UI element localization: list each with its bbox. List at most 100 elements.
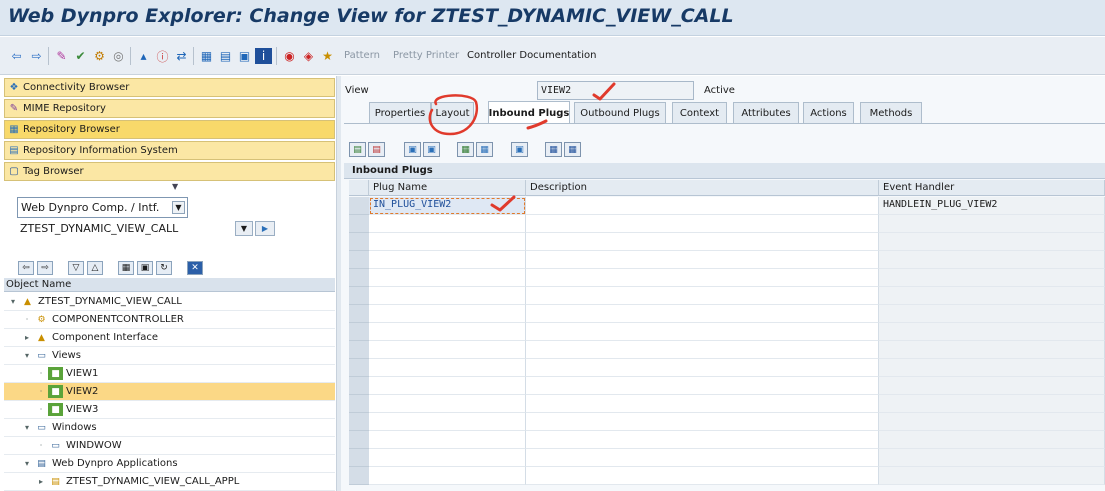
row-selector[interactable] (349, 377, 369, 395)
collapse-arrow-icon[interactable]: ▼ (172, 182, 178, 191)
grid-cell-plug[interactable] (369, 215, 526, 233)
nav-repository-browser[interactable]: ▦ Repository Browser (4, 120, 335, 139)
row-selector[interactable] (349, 251, 369, 269)
column-description[interactable]: Description (526, 180, 879, 196)
grid-cell-plug[interactable] (369, 395, 526, 413)
tree-row-component[interactable]: ▾ ▲ ZTEST_DYNAMIC_VIEW_CALL (4, 293, 335, 311)
screen-icon[interactable]: ▣ (236, 48, 253, 64)
grid-cell-plug[interactable] (369, 413, 526, 431)
pattern-button[interactable]: Pattern (344, 50, 380, 61)
forward-icon[interactable]: ⇨ (37, 261, 53, 275)
delete-row-icon[interactable]: ▤ (368, 142, 385, 157)
grid-cell-description[interactable] (526, 431, 879, 449)
forward-arrow-icon[interactable]: ⇨ (28, 48, 45, 64)
tab-outbound-plugs[interactable]: Outbound Plugs (574, 102, 666, 123)
row-selector[interactable] (349, 197, 369, 215)
grid-cell-description[interactable] (526, 287, 879, 305)
object-type-select[interactable]: Web Dynpro Comp. / Intf. ▼ (17, 197, 188, 218)
grid-cell-plug[interactable] (369, 467, 526, 485)
grid-cell-description[interactable] (526, 323, 879, 341)
tab-layout[interactable]: Layout (431, 102, 474, 123)
grid-cell-plug[interactable] (369, 377, 526, 395)
tab-inbound-plugs[interactable]: Inbound Plugs (488, 101, 570, 124)
tab-methods[interactable]: Methods (860, 102, 922, 123)
navigation-icon[interactable]: ⇄ (173, 48, 190, 64)
pretty-printer-button[interactable]: Pretty Printer (393, 50, 459, 61)
tree-row-view3[interactable]: · ■ VIEW3 (4, 401, 335, 419)
close-icon[interactable]: ✕ (187, 261, 203, 275)
grid-cell-plug[interactable] (369, 269, 526, 287)
grid-cell-description[interactable] (526, 251, 879, 269)
grid-cell-description[interactable] (526, 269, 879, 287)
copy-icon[interactable]: ▣ (404, 142, 421, 157)
find-next-icon[interactable]: ▦ (564, 142, 581, 157)
view-name-field[interactable]: VIEW2 (537, 81, 694, 100)
tree-row-views[interactable]: ▾ ▭ Views (4, 347, 335, 365)
row-selector[interactable] (349, 215, 369, 233)
controller-documentation-button[interactable]: Controller Documentation (467, 50, 596, 61)
tab-actions[interactable]: Actions (803, 102, 854, 123)
nav-mime-repository[interactable]: ✎ MIME Repository (4, 99, 335, 118)
row-selector[interactable] (349, 395, 369, 413)
display-button[interactable]: ▶ (255, 221, 275, 236)
grid-cell-description[interactable] (526, 413, 879, 431)
expanded-icon[interactable]: ▾ (8, 297, 18, 306)
expanded-icon[interactable]: ▾ (22, 423, 32, 432)
info-page-icon[interactable]: i (255, 48, 272, 64)
edit-toggle-icon[interactable]: ✎ (53, 48, 70, 64)
activate-icon[interactable]: ⚙ (91, 48, 108, 64)
grid-cell-description[interactable] (526, 197, 879, 215)
paste-icon[interactable]: ▣ (423, 142, 440, 157)
row-selector[interactable] (349, 287, 369, 305)
tree-row-windows[interactable]: ▾ ▭ Windows (4, 419, 335, 437)
grid-cell-plug[interactable] (369, 431, 526, 449)
grid-cell-description[interactable] (526, 215, 879, 233)
grid-cell-plug[interactable] (369, 341, 526, 359)
details-icon[interactable]: ▣ (511, 142, 528, 157)
row-selector[interactable] (349, 413, 369, 431)
grid-cell-description[interactable] (526, 359, 879, 377)
back-icon[interactable]: ⇦ (18, 261, 34, 275)
grid-cell-plug[interactable] (369, 323, 526, 341)
tree-row-view1[interactable]: · ■ VIEW1 (4, 365, 335, 383)
grid-cell-description[interactable] (526, 233, 879, 251)
row-selector[interactable] (349, 467, 369, 485)
test-icon[interactable]: ◎ (110, 48, 127, 64)
expanded-icon[interactable]: ▾ (22, 459, 32, 468)
row-selector[interactable] (349, 305, 369, 323)
tree-row-component-interface[interactable]: ▸ ▲ Component Interface (4, 329, 335, 347)
nav-repository-info-system[interactable]: ▤ Repository Information System (4, 141, 335, 160)
select-all-icon[interactable]: ▦ (457, 142, 474, 157)
tab-context[interactable]: Context (672, 102, 727, 123)
row-selector[interactable] (349, 359, 369, 377)
grid-cell-plug[interactable] (369, 233, 526, 251)
expanded-icon[interactable]: ▾ (22, 351, 32, 360)
collapsed-icon[interactable]: ▸ (22, 333, 32, 342)
row-selector[interactable] (349, 449, 369, 467)
hierarchy-tree-icon[interactable]: ▦ (118, 261, 134, 275)
collapsed-icon[interactable]: ▸ (36, 477, 46, 486)
grid-cell-plug[interactable] (369, 449, 526, 467)
grid-cell-description[interactable] (526, 305, 879, 323)
column-plug-name[interactable]: Plug Name (369, 180, 526, 196)
row-selector[interactable] (349, 233, 369, 251)
grid-cell-description[interactable] (526, 449, 879, 467)
syntax-check-icon[interactable]: ✔ (72, 48, 89, 64)
row-selector[interactable] (349, 323, 369, 341)
grid-cell-description[interactable] (526, 377, 879, 395)
tree-row-componentcontroller[interactable]: · ⚙ COMPONENTCONTROLLER (4, 311, 335, 329)
where-used-icon[interactable]: ▴ (135, 48, 152, 64)
grid-cell-description[interactable] (526, 467, 879, 485)
tab-attributes[interactable]: Attributes (733, 102, 799, 123)
insert-row-icon[interactable]: ▤ (349, 142, 366, 157)
info-icon[interactable]: ⓘ (154, 48, 171, 64)
grid-cell-description[interactable] (526, 395, 879, 413)
grid-cell-plug[interactable] (369, 305, 526, 323)
collapse-icon[interactable]: △ (87, 261, 103, 275)
deselect-all-icon[interactable]: ▦ (476, 142, 493, 157)
tree-row-windwow[interactable]: · ▭ WINDWOW (4, 437, 335, 455)
tree-row-application[interactable]: ▸ ▤ ZTEST_DYNAMIC_VIEW_CALL_APPL (4, 473, 335, 491)
chevron-down-icon[interactable]: ▼ (172, 201, 185, 214)
breakpoint-icon[interactable]: ◉ (281, 48, 298, 64)
display-object-icon[interactable]: ▣ (137, 261, 153, 275)
